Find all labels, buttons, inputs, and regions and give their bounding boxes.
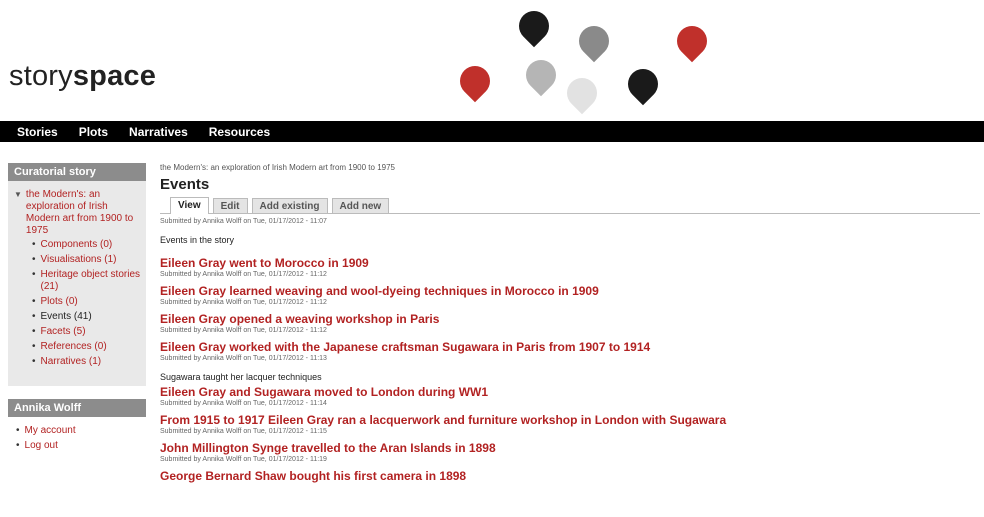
submitted-info: Submitted by Annika Wolff on Tue, 01/17/… — [160, 218, 327, 225]
bullet-icon: • — [16, 440, 20, 451]
sidebar-item-label[interactable]: Components (0) — [41, 239, 113, 251]
sidebar-item-label[interactable]: Heritage object stories (21) — [41, 269, 146, 293]
bullet-icon: • — [32, 311, 36, 322]
bullet-icon: • — [16, 425, 20, 436]
tab-add-new[interactable]: Add new — [331, 198, 390, 213]
sidebar-item[interactable]: • References (0) — [32, 341, 146, 353]
story-description: Events in the story — [160, 235, 235, 245]
sidebar-item[interactable]: • Narratives (1) — [32, 356, 146, 368]
event-submitted-info: Submitted by Annika Wolff on Tue, 01/17/… — [160, 400, 327, 407]
event-title-link[interactable]: Eileen Gray went to Morocco in 1909 — [160, 257, 980, 270]
pin-icon — [512, 4, 556, 48]
event-title-link[interactable]: George Bernard Shaw bought his first cam… — [160, 470, 980, 483]
logo-text-bold: space — [72, 60, 157, 92]
sidebar-item[interactable]: • Components (0) — [32, 239, 146, 251]
event-description: Sugawara taught her lacquer techniques — [160, 372, 322, 382]
user-menu: • My account • Log out — [8, 417, 146, 452]
event-title-link[interactable]: Eileen Gray opened a weaving workshop in… — [160, 313, 980, 326]
event-item: Eileen Gray and Sugawara moved to London… — [160, 386, 980, 408]
tab-edit[interactable]: Edit — [212, 198, 248, 213]
sidebar-item[interactable]: • Facets (5) — [32, 326, 146, 338]
tab-add-existing[interactable]: Add existing — [251, 198, 328, 213]
bullet-icon: • — [32, 356, 36, 367]
site-logo[interactable]: storyspace — [9, 60, 156, 93]
bullet-icon: • — [32, 296, 36, 307]
sidebar-item-label[interactable]: Plots (0) — [41, 296, 78, 308]
event-submitted-info: Submitted by Annika Wolff on Tue, 01/17/… — [160, 299, 327, 306]
sidebar-item-label[interactable]: Events (41) — [41, 311, 92, 323]
pin-icon — [670, 19, 714, 63]
logo-text-light: story — [9, 60, 73, 92]
nav-resources[interactable]: Resources — [209, 125, 270, 139]
nav-plots[interactable]: Plots — [79, 125, 108, 139]
log-out-link[interactable]: • Log out — [16, 440, 146, 452]
sidebar-item[interactable]: • Heritage object stories (21) — [32, 269, 146, 293]
pin-icon — [572, 19, 616, 63]
bullet-icon: • — [32, 341, 36, 352]
main-content: the Modern's: an exploration of Irish Mo… — [160, 163, 980, 483]
tab-view[interactable]: View — [170, 197, 209, 214]
site-header: storyspace — [0, 0, 984, 120]
sidebar-item[interactable]: • Visualisations (1) — [32, 254, 146, 266]
event-item: From 1915 to 1917 Eileen Gray ran a lacq… — [160, 414, 980, 436]
bullet-icon: • — [32, 326, 36, 337]
my-account-link[interactable]: • My account — [16, 425, 146, 437]
user-menu-label[interactable]: Log out — [25, 440, 58, 452]
triangle-down-icon[interactable]: ▼ — [14, 189, 22, 237]
sidebar-item[interactable]: • Plots (0) — [32, 296, 146, 308]
event-title-link[interactable]: Eileen Gray learned weaving and wool-dye… — [160, 285, 980, 298]
bullet-icon: • — [32, 254, 36, 265]
event-title-link[interactable]: From 1915 to 1917 Eileen Gray ran a lacq… — [160, 414, 980, 427]
sidebar-item-label[interactable]: Facets (5) — [41, 326, 86, 338]
pin-icon — [560, 71, 604, 115]
tab-bar: View Edit Add existing Add new — [160, 197, 980, 214]
event-submitted-info: Submitted by Annika Wolff on Tue, 01/17/… — [160, 327, 327, 334]
event-item: Eileen Gray learned weaving and wool-dye… — [160, 285, 980, 307]
pin-icon — [453, 59, 497, 103]
event-list: Eileen Gray went to Morocco in 1909 Submi… — [160, 257, 980, 483]
user-block-title: Annika Wolff — [8, 399, 146, 417]
page-title: Events — [160, 176, 210, 193]
event-submitted-info: Submitted by Annika Wolff on Tue, 01/17/… — [160, 271, 327, 278]
event-item: Eileen Gray worked with the Japanese cra… — [160, 341, 980, 383]
event-submitted-info: Submitted by Annika Wolff on Tue, 01/17/… — [160, 428, 327, 435]
tree-root-label[interactable]: the Modern's: an exploration of Irish Mo… — [26, 189, 142, 237]
tree-root-item[interactable]: ▼ the Modern's: an exploration of Irish … — [8, 181, 146, 237]
sidebar-item-label[interactable]: Narratives (1) — [41, 356, 102, 368]
sidebar-item[interactable]: • Events (41) — [32, 311, 146, 323]
curatorial-story-block: Curatorial story ▼ the Modern's: an expl… — [8, 163, 146, 386]
event-submitted-info: Submitted by Annika Wolff on Tue, 01/17/… — [160, 355, 327, 362]
event-title-link[interactable]: Eileen Gray and Sugawara moved to London… — [160, 386, 980, 399]
nav-stories[interactable]: Stories — [17, 125, 58, 139]
bullet-icon: • — [32, 239, 36, 250]
pin-icon — [621, 62, 665, 106]
event-item: Eileen Gray opened a weaving workshop in… — [160, 313, 980, 335]
user-menu-label[interactable]: My account — [25, 425, 76, 437]
event-item: John Millington Synge travelled to the A… — [160, 442, 980, 464]
user-block: Annika Wolff • My account • Log out — [8, 399, 146, 471]
event-item: George Bernard Shaw bought his first cam… — [160, 470, 980, 483]
sidebar-item-label[interactable]: Visualisations (1) — [41, 254, 117, 266]
nav-narratives[interactable]: Narratives — [129, 125, 188, 139]
primary-nav: Stories Plots Narratives Resources — [0, 121, 984, 142]
event-title-link[interactable]: Eileen Gray worked with the Japanese cra… — [160, 341, 980, 354]
event-title-link[interactable]: John Millington Synge travelled to the A… — [160, 442, 980, 455]
bullet-icon: • — [32, 269, 36, 280]
breadcrumb[interactable]: the Modern's: an exploration of Irish Mo… — [160, 163, 980, 175]
curatorial-menu: • Components (0) • Visualisations (1) • Herit… — [8, 237, 146, 368]
curatorial-story-title: Curatorial story — [8, 163, 146, 181]
event-submitted-info: Submitted by Annika Wolff on Tue, 01/17/… — [160, 456, 327, 463]
sidebar-item-label[interactable]: References (0) — [41, 341, 107, 353]
event-item: Eileen Gray went to Morocco in 1909 Submi… — [160, 257, 980, 279]
pin-icon — [519, 53, 563, 97]
